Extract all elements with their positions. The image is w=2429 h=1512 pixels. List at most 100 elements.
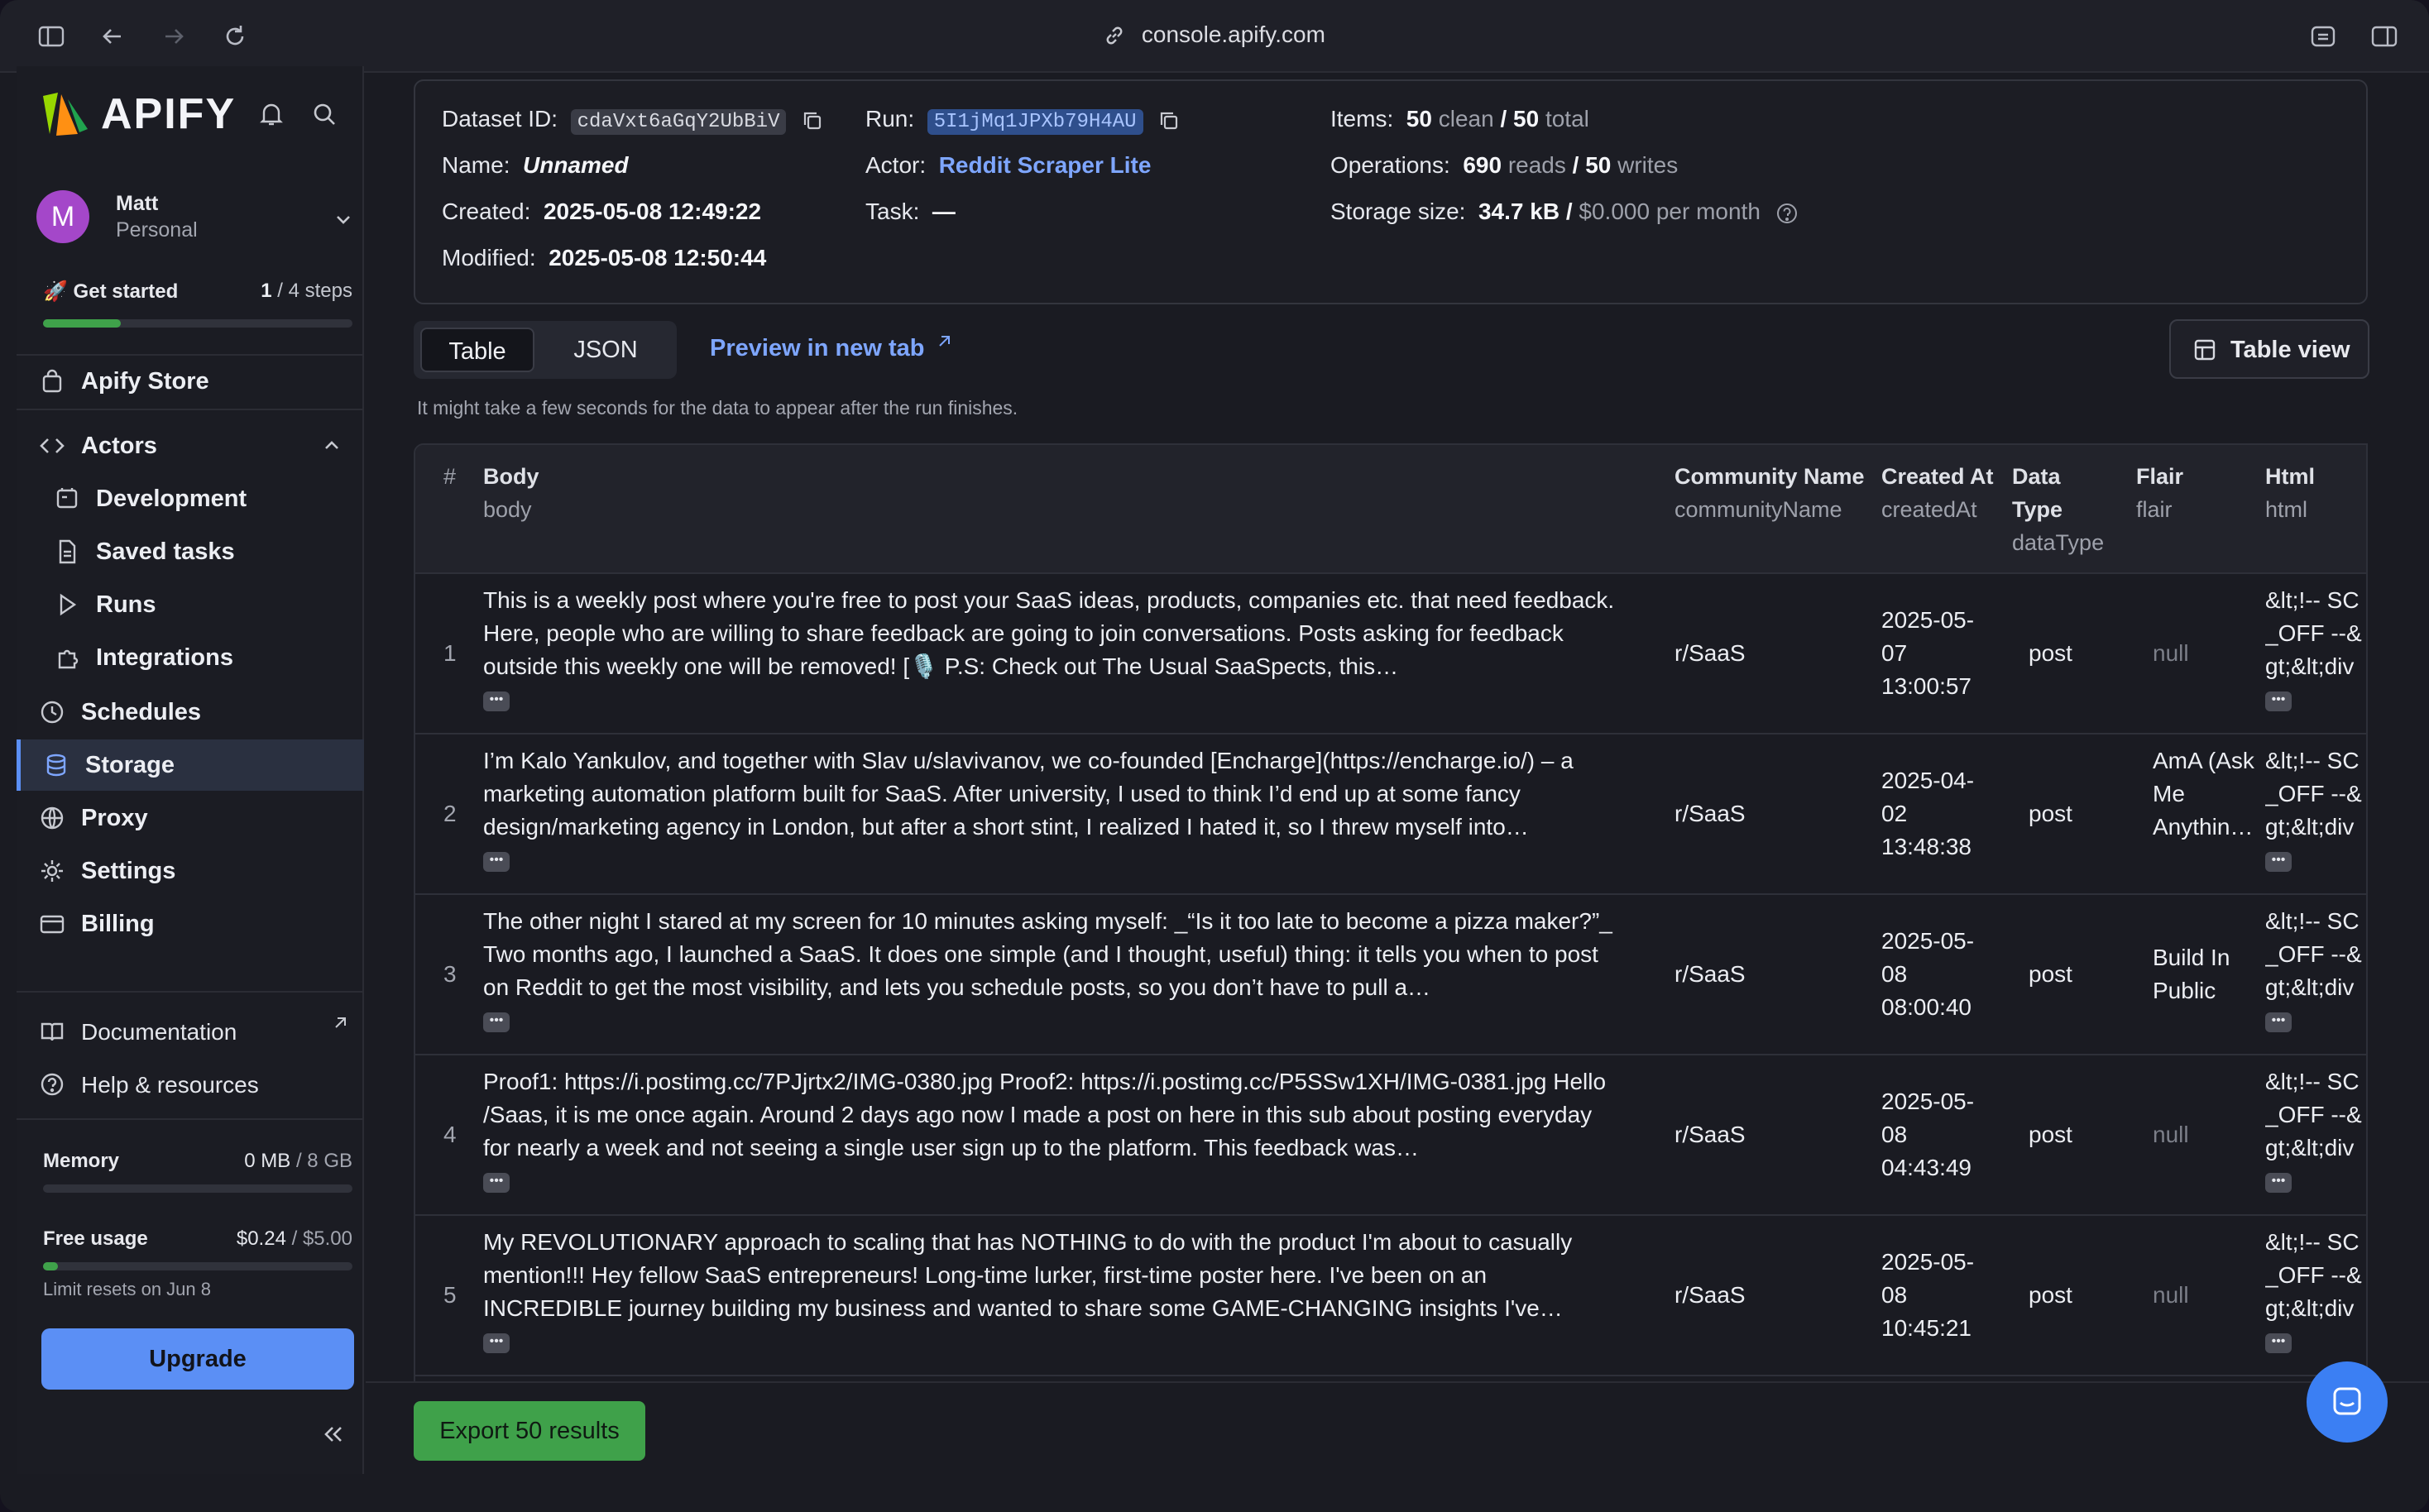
nav-saved-tasks[interactable]: Saved tasks (17, 526, 364, 577)
preview-new-tab-link[interactable]: Preview in new tab (710, 334, 951, 362)
column-header-data-type[interactable]: Data Type dataType (2012, 460, 2111, 559)
dataset-created-row: Created: 2025-05-08 12:49:22 (442, 199, 762, 224)
expand-html-button[interactable]: ••• (2265, 1173, 2292, 1193)
nav-runs[interactable]: Runs (17, 579, 364, 630)
documentation-link[interactable]: Documentation (17, 1006, 364, 1057)
flair-cell[interactable]: Build In Public (2153, 941, 2259, 1041)
created-at-cell[interactable]: 2025-05-07 13:00:57 (1881, 604, 1997, 703)
flair-cell[interactable]: null (2153, 1118, 2259, 1218)
dataset-info-panel: Dataset ID: cdaVxt6aGqY2UbBiV Name: Unna… (414, 79, 2368, 304)
nav-actors[interactable]: Actors (17, 420, 364, 471)
tab-table[interactable]: Table (420, 328, 534, 372)
body-cell[interactable]: This is a weekly post where you're free … (483, 584, 1617, 683)
memory-bar (43, 1184, 352, 1193)
column-header-body[interactable]: Body body (483, 460, 539, 526)
community-cell[interactable]: r/SaaS (1674, 797, 1746, 830)
html-cell[interactable]: &lt;!-- SC_OFF --&gt;&lt;div class="md"&… (2265, 1065, 2366, 1165)
run-id-chip[interactable]: 5I1jMq1JPXb79H4AU (927, 109, 1143, 135)
data-delay-hint: It might take a few seconds for the data… (417, 397, 1018, 419)
community-cell[interactable]: r/SaaS (1674, 1118, 1746, 1151)
body-cell[interactable]: I’m Kalo Yankulov, and together with Sla… (483, 744, 1617, 844)
created-at-cell[interactable]: 2025-04-02 13:48:38 (1881, 764, 1997, 864)
actor-link[interactable]: Reddit Scraper Lite (939, 152, 1152, 178)
body-cell[interactable]: The other night I stared at my screen fo… (483, 905, 1617, 1004)
expand-body-button[interactable]: ••• (483, 1012, 510, 1032)
flair-cell[interactable]: null (2153, 637, 2259, 736)
copy-icon[interactable] (801, 109, 824, 132)
search-icon[interactable] (309, 99, 339, 129)
table-row[interactable]: 3 The other night I stared at my screen f… (415, 895, 2366, 1055)
expand-html-button[interactable]: ••• (2265, 1333, 2292, 1353)
data-type-cell[interactable]: post (2029, 637, 2072, 670)
body-cell[interactable]: Proof1: https://i.postimg.cc/7PJjrtx2/IM… (483, 1065, 1617, 1165)
community-cell[interactable]: r/SaaS (1674, 637, 1746, 670)
expand-body-button[interactable]: ••• (483, 1333, 510, 1353)
table-row[interactable]: 1 This is a weekly post where you're free… (415, 574, 2366, 736)
apify-logo[interactable]: APIFY (40, 89, 236, 139)
get-started-bar-fill (43, 319, 121, 328)
gear-icon (41, 860, 63, 882)
nav-integrations[interactable]: Integrations (17, 632, 364, 683)
created-at-cell[interactable]: 2025-05-08 04:43:49 (1881, 1085, 1997, 1184)
flair-cell[interactable]: null (2153, 1279, 2259, 1378)
nav-development[interactable]: Development (17, 473, 364, 524)
memory-meter: Memory 0 MB / 8 GB (43, 1150, 352, 1173)
expand-html-button[interactable]: ••• (2265, 691, 2292, 711)
flair-cell[interactable]: AmA (Ask Me Anythin… (2153, 744, 2259, 844)
column-header-html[interactable]: Html html (2265, 460, 2315, 526)
data-type-cell[interactable]: post (2029, 958, 2072, 991)
nav-proxy[interactable]: Proxy (17, 792, 364, 844)
documentation-label: Documentation (81, 1019, 237, 1045)
column-header-community-name[interactable]: Community Name communityName (1674, 460, 1873, 526)
bell-icon[interactable] (256, 99, 286, 129)
column-header-flair[interactable]: Flair flair (2136, 460, 2183, 526)
expand-body-button[interactable]: ••• (483, 852, 510, 872)
extension-icon[interactable] (2308, 22, 2338, 51)
expand-html-button[interactable]: ••• (2265, 1012, 2292, 1032)
tab-json[interactable]: JSON (546, 328, 665, 372)
nav-apify-store[interactable]: Apify Store (17, 356, 364, 407)
copy-icon[interactable] (1157, 109, 1181, 132)
column-header-created-at[interactable]: Created At createdAt (1881, 460, 2005, 526)
data-type-cell[interactable]: post (2029, 1279, 2072, 1312)
upgrade-button[interactable]: Upgrade (41, 1328, 354, 1390)
html-cell[interactable]: &lt;!-- SC_OFF --&gt;&lt;div class="md"&… (2265, 584, 2366, 683)
html-cell[interactable]: &lt;!-- SC_OFF --&gt;&lt;div class="md"&… (2265, 1226, 2366, 1325)
chat-launcher[interactable] (2307, 1361, 2388, 1443)
nav-schedules[interactable]: Schedules (17, 687, 364, 738)
html-cell[interactable]: &lt;!-- SC_OFF --&gt;&lt;div class="md"&… (2265, 744, 2366, 844)
table-row[interactable]: 2 I’m Kalo Yankulov, and together with Sl… (415, 734, 2366, 895)
dataset-id-row: Dataset ID: cdaVxt6aGqY2UbBiV (442, 106, 824, 135)
body-cell[interactable]: My REVOLUTIONARY approach to scaling tha… (483, 1226, 1617, 1325)
usage-bar-fill (43, 1262, 58, 1270)
created-at-cell[interactable]: 2025-05-08 08:00:40 (1881, 925, 1997, 1024)
expand-body-button[interactable]: ••• (483, 1173, 510, 1193)
user-switcher[interactable]: M Matt Personal (36, 182, 359, 256)
created-at-cell[interactable]: 2025-05-08 10:45:21 (1881, 1246, 1997, 1345)
get-started-progress[interactable]: 🚀 Get started 1 / 4 steps (43, 280, 352, 304)
table-view-button[interactable]: Table view (2169, 319, 2369, 379)
help-resources-link[interactable]: Help & resources (17, 1059, 364, 1110)
nav-billing[interactable]: Billing (17, 898, 364, 950)
divider (17, 991, 364, 993)
table-row[interactable]: 5 My REVOLUTIONARY approach to scaling th… (415, 1216, 2366, 1378)
expand-body-button[interactable]: ••• (483, 691, 510, 711)
dataset-id-chip[interactable]: cdaVxt6aGqY2UbBiV (570, 109, 787, 135)
nav-settings[interactable]: Settings (17, 845, 364, 897)
usage-value: $0.24 / $5.00 (236, 1227, 352, 1250)
community-cell[interactable]: r/SaaS (1674, 1279, 1746, 1312)
nav-label: Saved tasks (96, 538, 235, 565)
html-cell[interactable]: &lt;!-- SC_OFF --&gt;&lt;div class="md"&… (2265, 905, 2366, 1004)
split-view-icon[interactable] (2369, 22, 2399, 51)
community-cell[interactable]: r/SaaS (1674, 958, 1746, 991)
row-index: 2 (443, 801, 457, 826)
data-type-cell[interactable]: post (2029, 797, 2072, 830)
table-row[interactable]: 4 Proof1: https://i.postimg.cc/7PJjrtx2/I… (415, 1055, 2366, 1218)
address-bar[interactable]: console.apify.com (0, 22, 2429, 48)
expand-html-button[interactable]: ••• (2265, 852, 2292, 872)
data-type-cell[interactable]: post (2029, 1118, 2072, 1151)
export-results-button[interactable]: Export 50 results (414, 1401, 645, 1461)
help-circle-icon[interactable] (1775, 202, 1799, 225)
collapse-sidebar-icon[interactable] (318, 1419, 347, 1449)
nav-storage[interactable]: Storage (17, 739, 364, 791)
